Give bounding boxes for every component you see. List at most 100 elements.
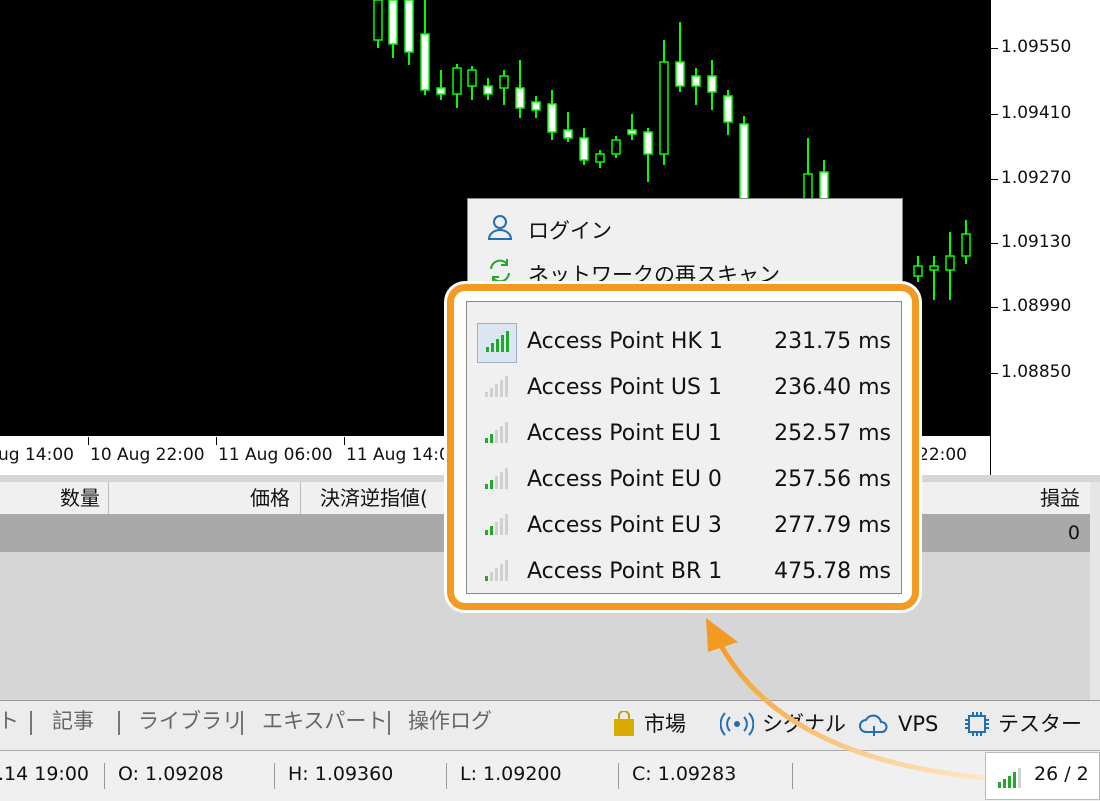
candle-body [404,0,414,53]
status-separator [446,763,447,789]
tab-experts[interactable]: エキスパート [262,701,387,741]
time-label: 22:00 [918,445,967,465]
status-open: O: 1.09208 [118,763,224,785]
market-label: 市場 [644,712,686,736]
status-high: H: 1.09360 [288,763,394,785]
candle-body [373,0,383,41]
price-label: 1.09130 [1001,232,1072,252]
access-point-name: Access Point EU 1 [527,421,722,446]
candle-body [723,95,733,123]
candle-body [531,101,541,111]
tab-separator [30,711,32,735]
price-axis: 1.09550 1.09410 1.09270 1.09130 1.08990 … [990,0,1100,475]
candle-body [627,129,637,135]
highlight-frame: Access Point HK 1 231.75 ms Access Point U… [447,284,919,610]
time-label: 11 Aug 06:00 [218,445,333,465]
status-close: C: 1.09283 [632,763,737,785]
access-point-item[interactable]: Access Point EU 1 252.57 ms [467,412,901,458]
price-tick [991,243,998,244]
status-separator [618,763,619,789]
price-label: 1.09270 [1001,168,1072,188]
tab-news[interactable]: 記事 [52,701,94,741]
tester-label: テスター [998,712,1082,736]
candle-body [675,61,685,87]
column-separator [300,482,301,514]
connection-speed: 26 / 2 [1034,763,1089,785]
signal-strength-icon [477,369,517,409]
signal-strength-icon [477,507,517,547]
signal-broadcast-icon [720,712,754,736]
price-label: 1.09410 [1001,103,1072,123]
access-point-ping: 277.79 ms [774,513,891,538]
access-point-ping: 236.40 ms [774,375,891,400]
candle-body [611,139,621,155]
column-header-volume[interactable]: 数量 [0,482,100,514]
access-point-item[interactable]: Access Point BR 1 475.78 ms [467,550,901,596]
access-point-name: Access Point EU 0 [527,467,722,492]
access-point-name: Access Point BR 1 [527,559,723,584]
candle-body [643,131,653,155]
candle-body [691,75,701,87]
vps-button[interactable]: VPS [858,703,938,745]
price-tick [991,307,998,308]
candle-body [595,153,605,163]
access-point-ping: 257.56 ms [774,467,891,492]
candle-body [483,85,493,95]
candle-body [707,75,717,93]
market-button[interactable]: 市場 [612,703,686,745]
status-separator [792,763,793,789]
time-label: ug 14:00 [0,445,74,465]
candle-body [961,233,971,257]
access-point-item[interactable]: Access Point EU 3 277.79 ms [467,504,901,550]
tab-separator [388,711,390,735]
column-header-price[interactable]: 価格 [110,482,290,514]
chip-icon [965,712,989,736]
terminal-tabs: ト 記事 ライブラリ エキスパート 操作ログ 市場 シグナル VPS テスター [0,700,1100,751]
signal-strength-icon [477,323,517,363]
candle-body [819,171,829,201]
candle-body [467,69,477,87]
user-icon [487,215,513,240]
signals-button[interactable]: シグナル [720,703,846,745]
access-point-item[interactable]: Access Point HK 1 231.75 ms [467,320,901,366]
access-point-name: Access Point HK 1 [527,329,723,354]
price-tick [991,373,998,374]
column-header-profit[interactable]: 損益 [980,482,1080,514]
access-point-item[interactable]: Access Point US 1 236.40 ms [467,366,901,412]
candle-body [913,265,923,277]
signal-strength-icon [998,768,1021,788]
time-label: 10 Aug 22:00 [90,445,205,465]
tester-button[interactable]: テスター [964,703,1082,745]
tab-library[interactable]: ライブラリ [138,701,243,741]
tab-separator [241,711,243,735]
refresh-icon [490,259,510,283]
time-tick [216,437,217,445]
status-separator [274,763,275,789]
signals-label: シグナル [762,712,846,736]
tab-journal[interactable]: 操作ログ [408,701,492,741]
access-point-name: Access Point US 1 [527,375,722,400]
price-label: 1.08850 [1001,362,1072,382]
candle-body [388,0,398,45]
connection-status[interactable]: 26 / 2 [985,752,1100,800]
access-point-item[interactable]: Access Point EU 0 257.56 ms [467,458,901,504]
price-tick [991,179,998,180]
access-point-ping: 231.75 ms [774,329,891,354]
column-header-stoploss[interactable]: 決済逆指値( [320,482,460,514]
signal-strength-icon [477,553,517,593]
status-bar: .14 19:00 O: 1.09208 H: 1.09360 L: 1.092… [0,750,1100,801]
price-tick [991,114,998,115]
terminal-scrollbar[interactable] [1090,482,1100,700]
status-separator [104,763,105,789]
connection-context-menu: ログイン ネットワークの再スキャン [467,198,903,298]
tab-partial[interactable]: ト [0,701,19,741]
candle-body [579,137,589,161]
column-separator [108,482,109,514]
time-label: 11 Aug 14:00 [346,445,461,465]
candle-body [803,173,813,201]
access-point-ping: 475.78 ms [774,559,891,584]
candle-body [929,265,939,271]
price-tick [991,48,998,49]
candle-body [452,67,462,95]
menu-item-login[interactable]: ログイン [468,205,902,249]
